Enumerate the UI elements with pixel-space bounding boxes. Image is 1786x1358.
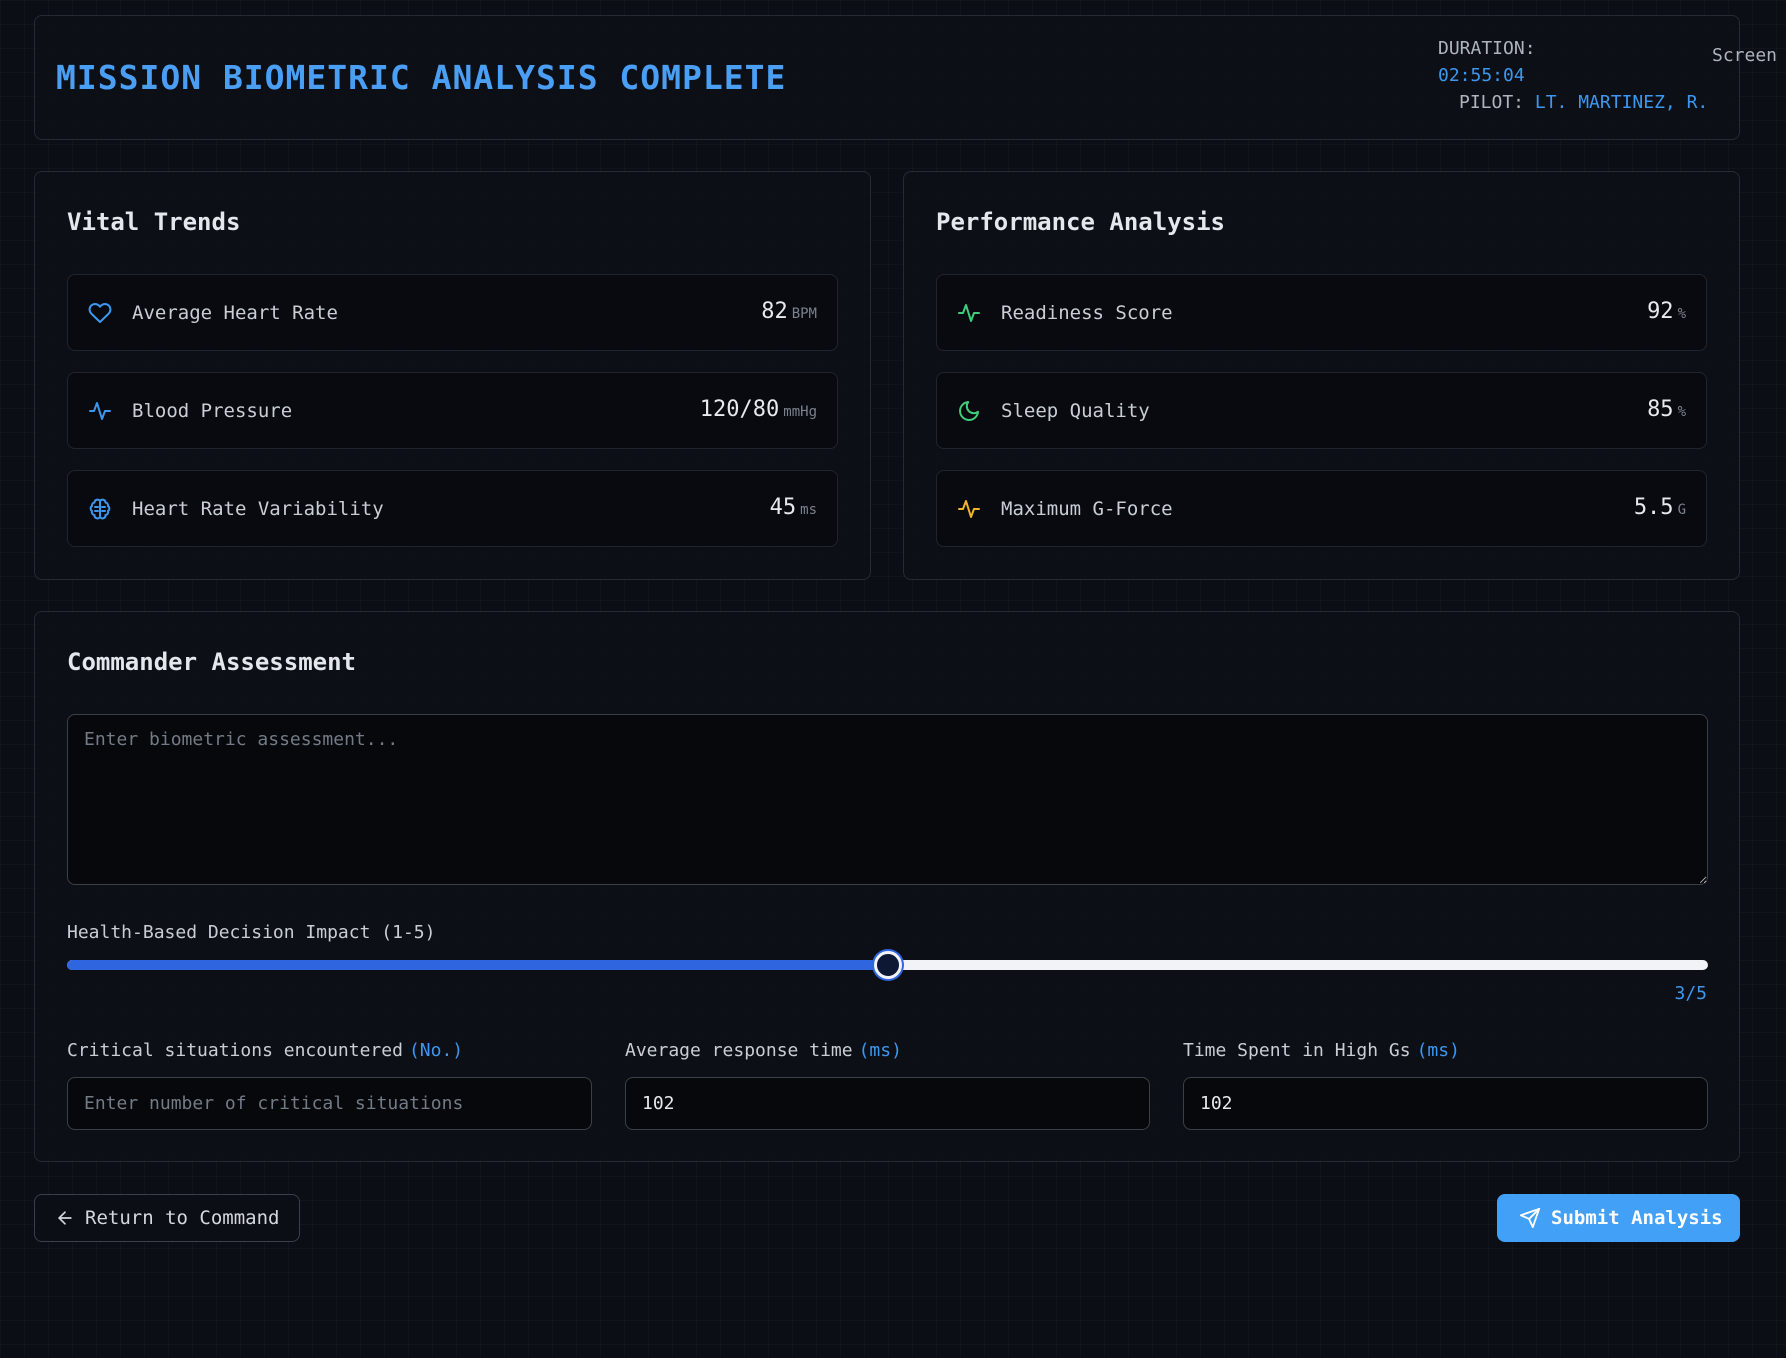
metric-label: Maximum G-Force	[1001, 498, 1173, 520]
field-unit: (No.)	[408, 1040, 464, 1061]
field-unit: (ms)	[858, 1040, 902, 1061]
metric-heart-rate-variability: Heart Rate Variability 45 ms	[67, 470, 838, 547]
metric-value: 120/80	[699, 397, 780, 422]
high-g-time-label: Time Spent in High Gs (ms)	[1183, 1040, 1460, 1061]
metric-unit: %	[1677, 306, 1686, 322]
pilot-label: PILOT:	[1459, 92, 1525, 113]
decision-impact-slider[interactable]	[67, 951, 1708, 979]
critical-situations-input[interactable]	[67, 1077, 592, 1130]
performance-analysis-panel: Performance Analysis Readiness Score 92%…	[903, 171, 1740, 580]
metric-average-heart-rate: Average Heart Rate 82 BPM	[67, 274, 838, 351]
metric-value: 85	[1647, 397, 1674, 422]
metric-sleep-quality: Sleep Quality 85%	[936, 372, 1707, 449]
vital-trends-panel: Vital Trends Average Heart Rate 82 BPM Bl…	[34, 171, 871, 580]
performance-analysis-title: Performance Analysis	[936, 208, 1225, 236]
metric-label: Heart Rate Variability	[132, 498, 384, 520]
slider-thumb[interactable]	[873, 951, 902, 979]
metric-unit: mmHg	[783, 404, 817, 420]
critical-situations-label: Critical situations encountered (No.)	[67, 1040, 463, 1061]
page: MISSION BIOMETRIC ANALYSIS COMPLETE DURA…	[0, 0, 1786, 1358]
metric-label: Average Heart Rate	[132, 302, 338, 324]
metric-value: 92	[1647, 299, 1674, 324]
decision-impact-value: 3/5	[1674, 983, 1707, 1004]
metric-value: 82	[761, 299, 788, 324]
screen-label: Screen	[1712, 45, 1778, 66]
activity-icon	[958, 500, 980, 518]
response-time-input[interactable]	[625, 1077, 1150, 1130]
page-title: MISSION BIOMETRIC ANALYSIS COMPLETE	[56, 58, 787, 97]
commander-assessment-panel: Commander Assessment Health-Based Decisi…	[34, 611, 1740, 1162]
field-label-text: Time Spent in High Gs	[1183, 1040, 1411, 1061]
arrow-left-icon	[58, 1211, 72, 1225]
send-icon	[1519, 1207, 1541, 1229]
brain-icon	[89, 498, 111, 520]
submit-button-label: Submit Analysis	[1551, 1207, 1723, 1229]
pulse-icon	[89, 402, 111, 420]
return-button-label: Return to Command	[85, 1207, 280, 1229]
moon-icon	[959, 401, 979, 421]
pilot-info: PILOT: LT. MARTINEZ, R.	[1459, 92, 1708, 113]
duration-label: DURATION:	[1438, 38, 1536, 59]
slider-fill	[67, 960, 888, 970]
metric-label: Sleep Quality	[1001, 400, 1150, 422]
metric-label: Readiness Score	[1001, 302, 1173, 324]
metric-label: Blood Pressure	[132, 400, 293, 422]
decision-impact-label: Health-Based Decision Impact (1-5)	[67, 922, 436, 943]
metric-blood-pressure: Blood Pressure 120/80 mmHg	[67, 372, 838, 449]
high-g-time-input[interactable]	[1183, 1077, 1708, 1130]
pilot-name: LT. MARTINEZ, R.	[1534, 92, 1709, 113]
vital-trends-title: Vital Trends	[67, 208, 241, 236]
metric-unit: %	[1677, 404, 1686, 420]
field-label-text: Critical situations encountered	[67, 1040, 403, 1061]
activity-icon	[958, 304, 980, 322]
commander-assessment-title: Commander Assessment	[67, 648, 356, 676]
heart-icon	[88, 303, 112, 323]
metric-value: 5.5	[1633, 495, 1674, 520]
field-unit: (ms)	[1416, 1040, 1460, 1061]
metric-maximum-g-force: Maximum G-Force 5.5 G	[936, 470, 1707, 547]
response-time-label: Average response time (ms)	[625, 1040, 902, 1061]
metric-value: 45	[769, 495, 797, 520]
duration-value: 02:55:04	[1438, 65, 1525, 86]
assessment-textarea[interactable]	[67, 714, 1708, 885]
return-to-command-button[interactable]: Return to Command	[34, 1194, 300, 1242]
metric-unit: ms	[800, 502, 817, 518]
field-label-text: Average response time	[625, 1040, 853, 1061]
metric-unit: G	[1677, 502, 1686, 518]
metric-unit: BPM	[791, 306, 817, 322]
submit-analysis-button[interactable]: Submit Analysis	[1497, 1194, 1740, 1242]
mission-header: MISSION BIOMETRIC ANALYSIS COMPLETE DURA…	[34, 15, 1777, 140]
metric-readiness-score: Readiness Score 92%	[936, 274, 1707, 351]
